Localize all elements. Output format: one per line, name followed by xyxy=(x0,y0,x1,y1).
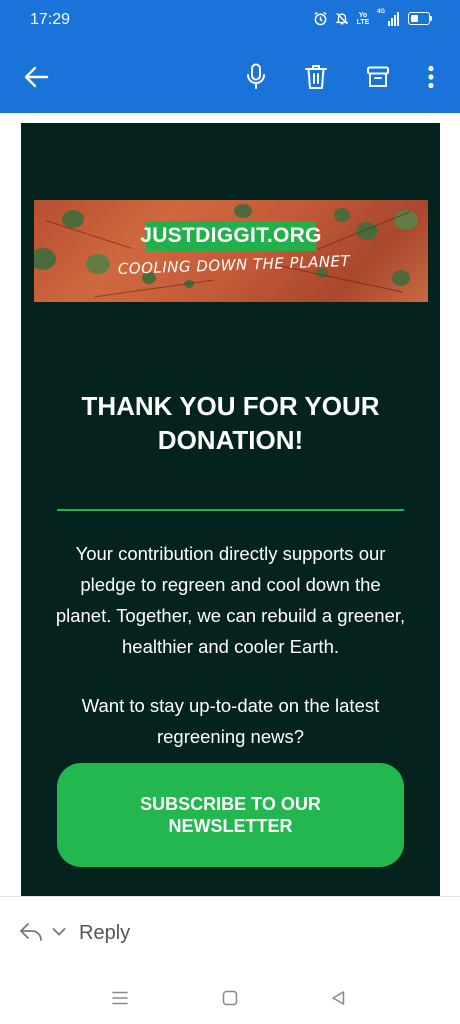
delete-button[interactable] xyxy=(294,40,338,113)
status-icons: Yo LTE 4G xyxy=(313,9,432,26)
back-nav-button[interactable] xyxy=(322,984,354,1012)
back-button[interactable] xyxy=(14,40,58,113)
subscribe-newsletter-button[interactable]: SUBSCRIBE TO OUR NEWSLETTER xyxy=(57,763,404,867)
signal-icon: 4G xyxy=(377,9,399,26)
bell-off-icon xyxy=(335,12,349,25)
archive-button[interactable] xyxy=(356,40,400,113)
chevron-down-icon xyxy=(52,928,66,936)
alarm-icon xyxy=(314,11,327,26)
signal-label: 4G xyxy=(377,9,386,15)
divider xyxy=(57,509,404,511)
microphone-button[interactable] xyxy=(234,40,278,113)
recent-apps-button[interactable] xyxy=(104,984,136,1012)
archive-icon xyxy=(367,66,389,87)
status-time: 17:29 xyxy=(30,11,71,28)
more-vert-icon xyxy=(428,65,434,88)
reply-icon xyxy=(20,923,42,941)
app-bar xyxy=(0,40,460,113)
status-bar: 17:29 Yo LTE 4G xyxy=(0,0,460,40)
thanks-paragraph: Your contribution directly supports our … xyxy=(55,543,406,657)
brand-logo-text: JUSTDIGGIT.ORG xyxy=(140,221,321,251)
system-navigation-bar xyxy=(0,972,460,1024)
email-card: JUSTDIGGIT.ORG Cooling Down the Planet T… xyxy=(21,123,440,896)
delete-icon xyxy=(305,64,327,89)
home-button[interactable] xyxy=(214,984,246,1012)
volte-icon: Yo LTE xyxy=(356,11,370,26)
more-options-button[interactable] xyxy=(409,40,453,113)
subscribe-button-label: SUBSCRIBE TO OUR NEWSLETTER xyxy=(140,794,321,836)
reply-bar: Reply xyxy=(0,896,460,973)
home-square-icon xyxy=(222,990,238,1006)
header-banner-image: JUSTDIGGIT.ORG Cooling Down the Planet xyxy=(34,200,428,302)
back-arrow-icon xyxy=(24,66,49,87)
title-line-2: DONATION! xyxy=(157,425,304,455)
newsletter-prompt: Want to stay up-to-date on the latest re… xyxy=(81,695,380,747)
microphone-icon xyxy=(247,63,265,89)
page-title: THANK YOU FOR YOUR DONATION! xyxy=(21,389,440,457)
title-line-1: THANK YOU FOR YOUR xyxy=(81,391,380,421)
battery-icon xyxy=(408,12,432,25)
reply-label[interactable]: Reply xyxy=(79,922,130,945)
back-triangle-icon xyxy=(332,991,345,1005)
menu-icon xyxy=(112,991,128,1005)
